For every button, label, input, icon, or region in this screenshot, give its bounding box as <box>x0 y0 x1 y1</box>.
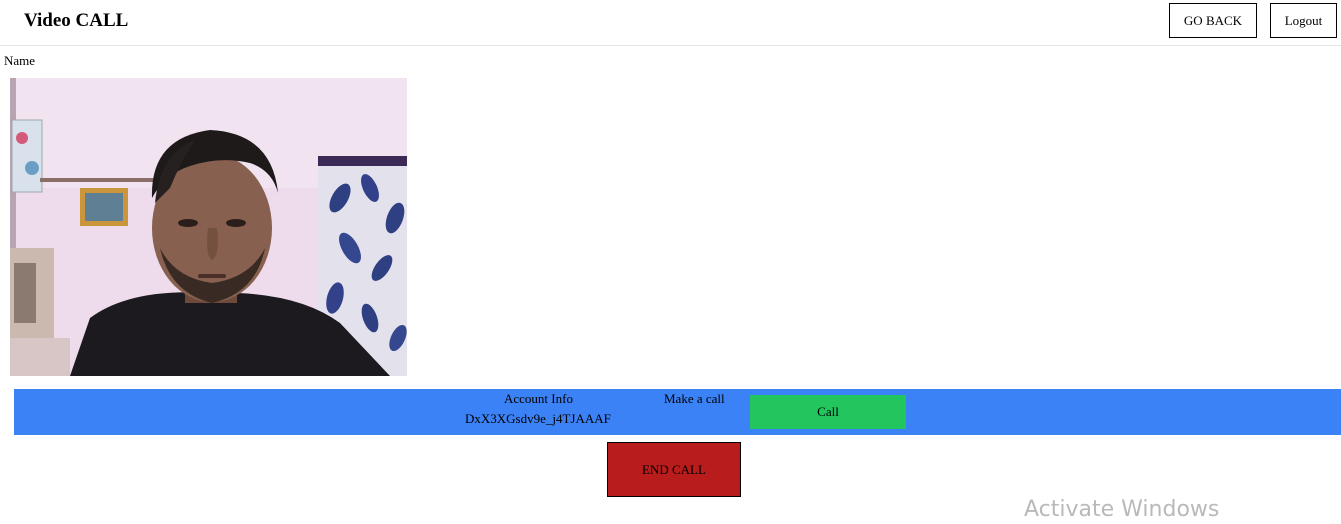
go-back-button[interactable]: GO BACK <box>1169 3 1257 38</box>
logout-button[interactable]: Logout <box>1270 3 1337 38</box>
page-title: Video CALL <box>24 10 129 31</box>
participant-name-label: Name <box>4 53 36 68</box>
make-call-label: Make a call <box>664 391 725 406</box>
account-id-value: DxX3XGsdv9e_j4TJAAAF <box>465 411 611 426</box>
activate-windows-watermark: Activate Windows <box>1024 497 1220 522</box>
account-info-label: Account Info <box>504 391 573 406</box>
account-info-bar: Account Info DxX3XGsdv9e_j4TJAAAF Make a… <box>14 389 1341 435</box>
video-frame-illustration <box>10 78 407 376</box>
local-video-feed <box>10 78 407 376</box>
end-call-button[interactable]: END CALL <box>607 442 741 497</box>
call-button[interactable]: Call <box>750 395 906 429</box>
app-header: Video CALL GO BACK Logout <box>0 0 1341 46</box>
